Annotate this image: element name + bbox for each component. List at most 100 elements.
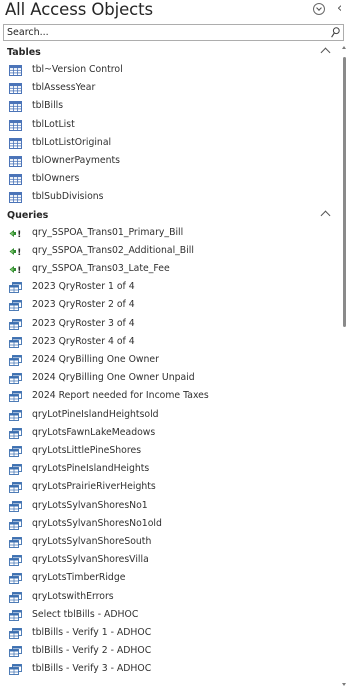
group-title: Tables	[7, 47, 41, 58]
select-query-icon	[9, 500, 22, 512]
item-label: tblBills - Verify 3 - ADHOC	[32, 663, 152, 675]
item-label: qry_SSPOA_Trans01_Primary_Bill	[32, 226, 184, 238]
object-list: Tables tbl~Version Control tblAssessYear tb…	[0, 43, 338, 690]
table-icon	[9, 174, 22, 186]
query-list-item[interactable]: tblBills - Verify 2 - ADHOC	[0, 643, 338, 661]
table-list-item[interactable]: tblLotList	[0, 117, 338, 135]
select-query-icon	[9, 518, 22, 530]
select-query-icon	[9, 427, 22, 439]
query-list-item[interactable]: qryLotsSylvanShoreSouth	[0, 534, 338, 552]
item-label: qry_SSPOA_Trans02_Additional_Bill	[32, 244, 194, 256]
table-list-item[interactable]: tbl~Version Control	[0, 62, 338, 80]
select-query-icon	[9, 373, 22, 385]
group-header-queries[interactable]: Queries	[0, 209, 338, 224]
query-list-item[interactable]: qryLotsSylvanShoresNo1old	[0, 516, 338, 534]
query-list-item[interactable]: 2024 QryBilling One Owner Unpaid	[0, 370, 338, 388]
group-header-tables[interactable]: Tables	[0, 46, 338, 61]
item-label: tbl~Version Control	[32, 64, 123, 75]
item-label: qry_SSPOA_Trans03_Late_Fee	[32, 263, 170, 274]
scroll-up-arrow-icon[interactable]	[342, 46, 346, 49]
select-query-icon	[9, 664, 22, 676]
select-query-icon	[9, 591, 22, 603]
item-label: 2024 QryBilling One Owner	[32, 354, 159, 365]
item-label: qryLotsSylvanShoreSouth	[32, 536, 152, 547]
item-label: tblAssessYear	[32, 82, 96, 94]
item-label: tblOwners	[32, 173, 80, 185]
collapse-caret-icon[interactable]	[320, 47, 331, 58]
scroll-down-arrow-icon[interactable]	[342, 683, 346, 686]
query-list-item[interactable]: 2024 Report needed for Income Taxes	[0, 388, 338, 406]
query-list-item[interactable]: qryLotswithErrors	[0, 589, 338, 607]
item-label: qryLotsPrairieRiverHeights	[32, 481, 156, 493]
query-list-item[interactable]: qryLotsSylvanShoresVilla	[0, 552, 338, 570]
item-label: 2023 QryRoster 3 of 4	[32, 317, 135, 329]
table-list-item[interactable]: tblSubDivisions	[0, 189, 338, 207]
select-query-icon	[9, 446, 22, 457]
item-label: qryLotswithErrors	[32, 590, 114, 602]
item-label: qryLotsLittlePineShores	[32, 445, 142, 456]
item-label: tblOwnerPayments	[32, 155, 121, 166]
query-list-item[interactable]: qryLotsSylvanShoresNo1	[0, 498, 338, 516]
vertical-scrollbar[interactable]	[341, 43, 347, 690]
query-list-item[interactable]: Select tblBills - ADHOC	[0, 607, 338, 625]
chevron-down-circle-icon[interactable]	[313, 3, 325, 15]
table-list-item[interactable]: tblBills	[0, 98, 338, 116]
query-list-item[interactable]: 2023 QryRoster 1 of 4	[0, 279, 338, 297]
append-query-icon: !	[9, 229, 21, 239]
select-query-icon	[9, 391, 22, 403]
query-list-item[interactable]: ! qry_SSPOA_Trans01_Primary_Bill	[0, 225, 338, 243]
select-query-icon	[9, 482, 22, 494]
table-icon	[9, 137, 22, 149]
query-list-item[interactable]: qryLotsTimberRidge	[0, 570, 338, 588]
query-list-item[interactable]: qryLotPineIslandHeightsold	[0, 407, 338, 425]
item-label: 2024 Report needed for Income Taxes	[32, 390, 209, 402]
search-input[interactable]	[7, 25, 327, 40]
item-label: tblBills	[32, 100, 64, 112]
table-list-item[interactable]: tblLotListOriginal	[0, 135, 338, 153]
item-label: qryLotPineIslandHeightsold	[32, 408, 159, 420]
query-list-item[interactable]: ! qry_SSPOA_Trans02_Additional_Bill	[0, 243, 338, 261]
select-query-icon	[9, 282, 22, 294]
query-list-item[interactable]: tblBills - Verify 3 - ADHOC	[0, 661, 338, 679]
table-list-item[interactable]: tblAssessYear	[0, 80, 338, 98]
item-label: Select tblBills - ADHOC	[32, 608, 139, 620]
table-icon	[9, 83, 22, 95]
query-list-item[interactable]: qryLotsPineIslandHeights	[0, 461, 338, 479]
item-label: qryLotsSylvanShoresNo1old	[32, 517, 162, 529]
query-list-item[interactable]: ! qry_SSPOA_Trans03_Late_Fee	[0, 261, 338, 279]
item-label: tblBills - Verify 2 - ADHOC	[32, 645, 152, 657]
query-list-item[interactable]: qryLotsLittlePineShores	[0, 443, 338, 461]
query-list-item[interactable]: 2023 QryRoster 4 of 4	[0, 334, 338, 352]
query-list-item[interactable]: qryLotsFawnLakeMeadows	[0, 425, 338, 443]
table-list-item[interactable]: tblOwnerPayments	[0, 153, 338, 171]
table-icon	[9, 119, 22, 131]
query-list-item[interactable]: 2024 QryBilling One Owner	[0, 352, 338, 370]
svg-text:!: !	[17, 230, 21, 239]
select-query-icon	[9, 355, 22, 366]
item-label: 2024 QryBilling One Owner Unpaid	[32, 372, 195, 384]
search-box	[3, 24, 344, 41]
query-list-item[interactable]: qryLotsPrairieRiverHeights	[0, 479, 338, 497]
item-label: 2023 QryRoster 2 of 4	[32, 299, 135, 311]
select-query-icon	[9, 628, 22, 639]
query-list-item[interactable]: 2023 QryRoster 3 of 4	[0, 316, 338, 334]
chevron-left-icon[interactable]: ‹	[337, 2, 347, 16]
pane-title[interactable]: All Access Objects	[5, 0, 153, 19]
table-icon	[9, 65, 22, 76]
select-query-icon	[9, 409, 22, 421]
query-list-item[interactable]: tblBills - Verify 1 - ADHOC	[0, 625, 338, 643]
item-label: qryLotsTimberRidge	[32, 572, 126, 584]
item-label: tblLotList	[32, 118, 75, 130]
item-label: qryLotsSylvanShoresNo1	[32, 499, 148, 511]
select-query-icon	[9, 300, 22, 312]
search-icon[interactable]	[331, 27, 340, 38]
table-list-item[interactable]: tblOwners	[0, 171, 338, 189]
item-label: qryLotsFawnLakeMeadows	[32, 426, 156, 438]
collapse-caret-icon[interactable]	[320, 210, 331, 221]
query-list-item[interactable]: 2023 QryRoster 2 of 4	[0, 297, 338, 315]
select-query-icon	[9, 537, 22, 548]
scroll-thumb[interactable]	[343, 57, 346, 327]
select-query-icon	[9, 646, 22, 658]
append-query-icon: !	[9, 247, 21, 257]
item-label: tblLotListOriginal	[32, 136, 112, 148]
